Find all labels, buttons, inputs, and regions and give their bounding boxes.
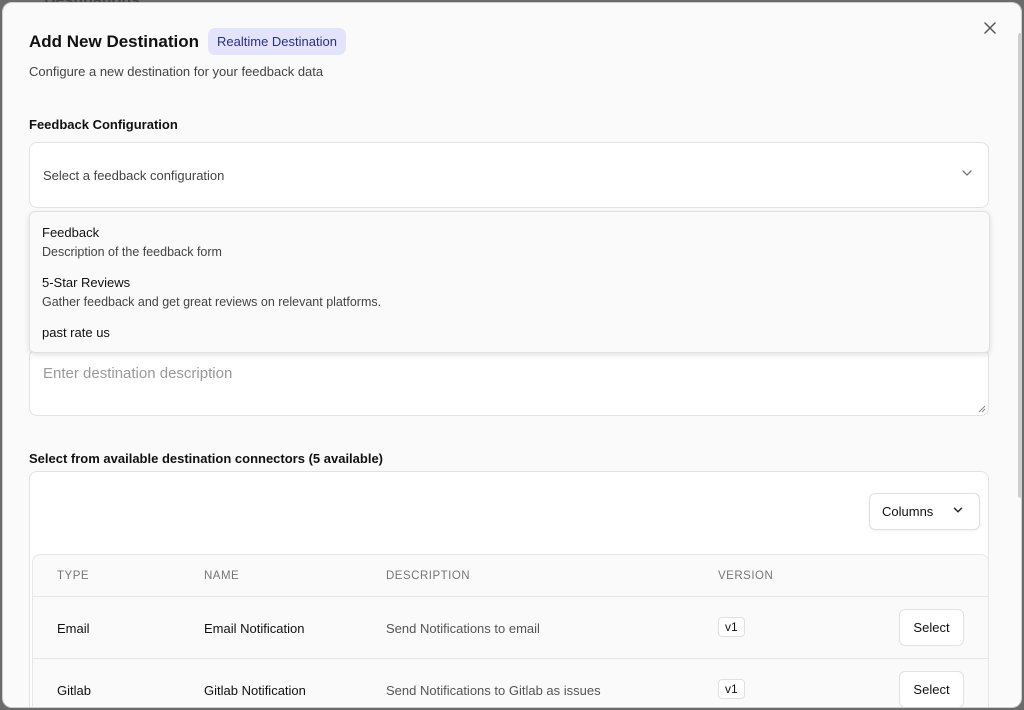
version-tag: v1 (718, 679, 745, 699)
table-header: TYPE NAME DESCRIPTION VERSION (33, 555, 988, 597)
option-past-rate-us[interactable]: past rate us (42, 325, 110, 340)
connectors-label: Select from available destination connec… (29, 451, 384, 466)
cell-type: Email (57, 621, 90, 636)
option-description: Description of the feedback form (42, 245, 222, 259)
modal-scrollbar[interactable] (1018, 33, 1021, 498)
description-placeholder: Enter destination description (43, 365, 233, 382)
option-title: past rate us (42, 325, 110, 340)
feedback-config-select[interactable]: Select a feedback configuration (29, 142, 989, 208)
connectors-table: TYPE NAME DESCRIPTION VERSION Email Emai… (32, 554, 989, 707)
table-row[interactable]: Email Email Notification Send Notificati… (33, 597, 988, 659)
cell-description: Send Notifications to email (386, 621, 540, 636)
modal-subtitle: Configure a new destination for your fee… (29, 64, 324, 79)
table-row[interactable]: Gitlab Gitlab Notification Send Notifica… (33, 659, 988, 707)
option-title: 5-Star Reviews (42, 275, 131, 290)
feedback-config-dropdown: Feedback Description of the feedback for… (29, 211, 990, 353)
modal-title: Add New Destination (29, 31, 200, 51)
feedback-config-placeholder: Select a feedback configuration (43, 167, 225, 183)
header-description[interactable]: DESCRIPTION (386, 570, 470, 582)
select-button[interactable]: Select (899, 671, 964, 707)
option-title: Feedback (42, 225, 100, 240)
option-description: Gather feedback and get great reviews on… (42, 295, 382, 309)
close-icon[interactable] (979, 19, 1001, 41)
cell-name: Gitlab Notification (204, 683, 306, 698)
cell-description: Send Notifications to Gitlab as issues (386, 683, 601, 698)
columns-button[interactable]: Columns (869, 493, 980, 530)
chevron-down-icon (959, 165, 975, 186)
modal-header: Add New Destination Realtime Destination (29, 28, 346, 55)
header-type[interactable]: TYPE (57, 570, 89, 582)
option-5-star-reviews[interactable]: 5-Star Reviews Gather feedback and get g… (42, 275, 381, 309)
cell-type: Gitlab (57, 683, 91, 698)
add-destination-modal: Add New Destination Realtime Destination… (2, 2, 1022, 708)
chevron-down-icon (951, 503, 965, 520)
select-button[interactable]: Select (899, 609, 964, 646)
destination-description-input[interactable]: Enter destination description (29, 349, 989, 416)
cell-name: Email Notification (204, 621, 305, 636)
version-tag: v1 (718, 617, 745, 637)
realtime-badge: Realtime Destination (208, 28, 346, 55)
columns-button-label: Columns (882, 504, 934, 519)
option-feedback[interactable]: Feedback Description of the feedback for… (42, 225, 222, 259)
resize-handle-icon[interactable] (978, 405, 986, 413)
connectors-panel: Columns TYPE NAME DESCRIPTION VERSION Em… (29, 471, 989, 707)
header-name[interactable]: NAME (204, 570, 239, 582)
feedback-config-label: Feedback Configuration (29, 117, 178, 132)
header-version[interactable]: VERSION (718, 570, 773, 582)
